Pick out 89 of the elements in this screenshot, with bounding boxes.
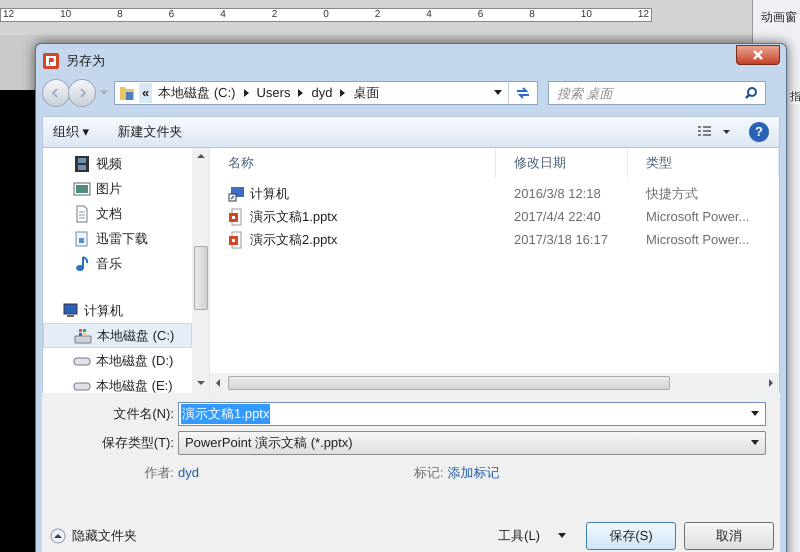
author-label: 作者: <box>143 464 175 482</box>
filename-value: 演示文稿1.pptx <box>181 404 270 424</box>
type-cell-text: Microsoft Power... <box>645 208 750 226</box>
file-name[interactable]: 演示文稿1.pptx <box>250 206 338 226</box>
column-header[interactable]: 类型 <box>628 148 779 178</box>
save-type-dropdown[interactable]: PowerPoint 演示文稿 (*.pptx) <box>178 431 766 455</box>
folder-icon <box>118 84 136 102</box>
dropdown-caret-icon[interactable] <box>558 533 566 539</box>
horizontal-scrollbar[interactable] <box>210 373 779 393</box>
close-icon <box>752 50 764 60</box>
scroll-right-icon[interactable] <box>767 379 775 387</box>
address-bar[interactable]: « 本地磁盘 (C:) Users dyd 桌面 <box>114 81 538 105</box>
type-cell-text: Microsoft Power... <box>645 230 750 249</box>
breadcrumb-arrow-icon[interactable] <box>340 89 346 97</box>
ruler-number: 6 <box>478 9 484 21</box>
computer-icon <box>61 302 79 320</box>
scroll-down-icon[interactable] <box>196 379 204 387</box>
ruler-number: 10 <box>580 9 592 21</box>
save-button[interactable]: 保存(S) <box>586 522 676 550</box>
help-button[interactable]: ? <box>749 122 769 142</box>
sidebar-item[interactable]: 本地磁盘 (C:) <box>43 323 192 348</box>
file-name[interactable]: 计算机 <box>250 184 289 204</box>
column-header[interactable]: 名称 <box>210 148 496 178</box>
music-note-icon <box>73 254 91 272</box>
ruler-number: 12 <box>638 9 649 21</box>
save-type-value: PowerPoint 演示文稿 (*.pptx) <box>185 434 353 452</box>
search-icon <box>744 86 758 100</box>
overflow-chevron[interactable]: « <box>139 83 152 103</box>
view-options-icon[interactable] <box>697 125 731 139</box>
breadcrumb[interactable]: dyd <box>311 83 332 103</box>
close-button[interactable] <box>736 44 780 64</box>
window-title: 另存为 <box>66 52 105 70</box>
date-cell-text: 2017/4/4 22:40 <box>513 208 602 226</box>
computer-shortcut-icon <box>228 184 246 202</box>
ruler-number: 6 <box>168 9 174 21</box>
ruler-number: 2 <box>374 9 380 21</box>
dropdown-caret-icon[interactable] <box>751 411 759 417</box>
column-header[interactable]: 修改日期 <box>496 148 628 178</box>
breadcrumb[interactable]: 桌面 <box>353 83 380 103</box>
ruler-number: 0 <box>323 9 329 21</box>
dropdown-caret-icon <box>751 440 759 446</box>
sidebar-item[interactable]: 文档 <box>43 201 192 226</box>
history-caret-icon <box>100 90 108 96</box>
save-type-label: 保存类型(T): <box>100 434 175 452</box>
ruler-number: 8 <box>117 9 123 21</box>
sidebar-item[interactable]: 图片 <box>43 176 192 201</box>
sidebar-item[interactable]: 音乐 <box>43 251 192 276</box>
new-folder-button[interactable]: 新建文件夹 <box>118 122 183 142</box>
breadcrumb[interactable]: Users <box>256 83 290 103</box>
tags-label: 标记: <box>414 464 445 482</box>
ruler-number: 4 <box>220 9 226 21</box>
sidebar-item[interactable]: 本地磁盘 (D:) <box>43 348 192 373</box>
ruler-number: 4 <box>426 9 432 21</box>
tools-menu[interactable]: 工具(L) <box>498 526 540 546</box>
breadcrumb[interactable]: 本地磁盘 (C:) <box>158 83 236 103</box>
type-cell-text: 快捷方式 <box>644 184 698 203</box>
picture-icon <box>73 180 91 198</box>
powerpoint-logo-icon <box>42 52 60 70</box>
scroll-thumb[interactable] <box>228 376 670 390</box>
breadcrumb-arrow-icon[interactable] <box>244 89 249 97</box>
collapse-icon <box>50 528 66 544</box>
breadcrumb-arrow-icon[interactable] <box>298 89 304 97</box>
ruler-number: 2 <box>272 9 278 21</box>
scrollbar[interactable] <box>192 148 209 393</box>
sidebar-item[interactable]: 迅雷下载 <box>43 226 192 251</box>
scroll-left-icon[interactable] <box>214 379 222 387</box>
drive-icon <box>74 326 92 344</box>
ruler-number: 10 <box>60 9 72 21</box>
scroll-up-icon[interactable] <box>196 152 204 160</box>
organize-menu[interactable]: 组织 ▾ <box>53 122 90 142</box>
sidebar-item[interactable]: 计算机 <box>43 298 192 323</box>
file-name[interactable]: 演示文稿2.pptx <box>250 230 338 250</box>
film-icon <box>73 154 91 172</box>
sidebar-item[interactable]: 视频 <box>43 151 192 176</box>
search-field[interactable]: 搜索 桌面 <box>548 81 766 105</box>
add-tags-link[interactable]: 添加标记 <box>448 463 500 483</box>
refresh-icon[interactable] <box>515 86 531 100</box>
panel-title: 动画窗 <box>761 9 798 26</box>
date-cell-text: 2017/3/18 16:17 <box>513 230 609 249</box>
ruler-number: 12 <box>3 9 14 21</box>
dropdown-caret-icon[interactable] <box>494 90 502 96</box>
hide-folders-button[interactable]: 隐藏文件夹 <box>50 526 137 546</box>
filename-label: 文件名(N): <box>112 405 175 424</box>
date-cell-text: 2016/3/8 12:18 <box>513 184 602 203</box>
scroll-thumb[interactable] <box>194 246 208 310</box>
sidebar-item[interactable]: 本地磁盘 (E:) <box>43 373 192 393</box>
cancel-button[interactable]: 取消 <box>684 522 774 550</box>
ruler-number: 8 <box>529 9 535 21</box>
author-value[interactable]: dyd <box>178 463 414 483</box>
